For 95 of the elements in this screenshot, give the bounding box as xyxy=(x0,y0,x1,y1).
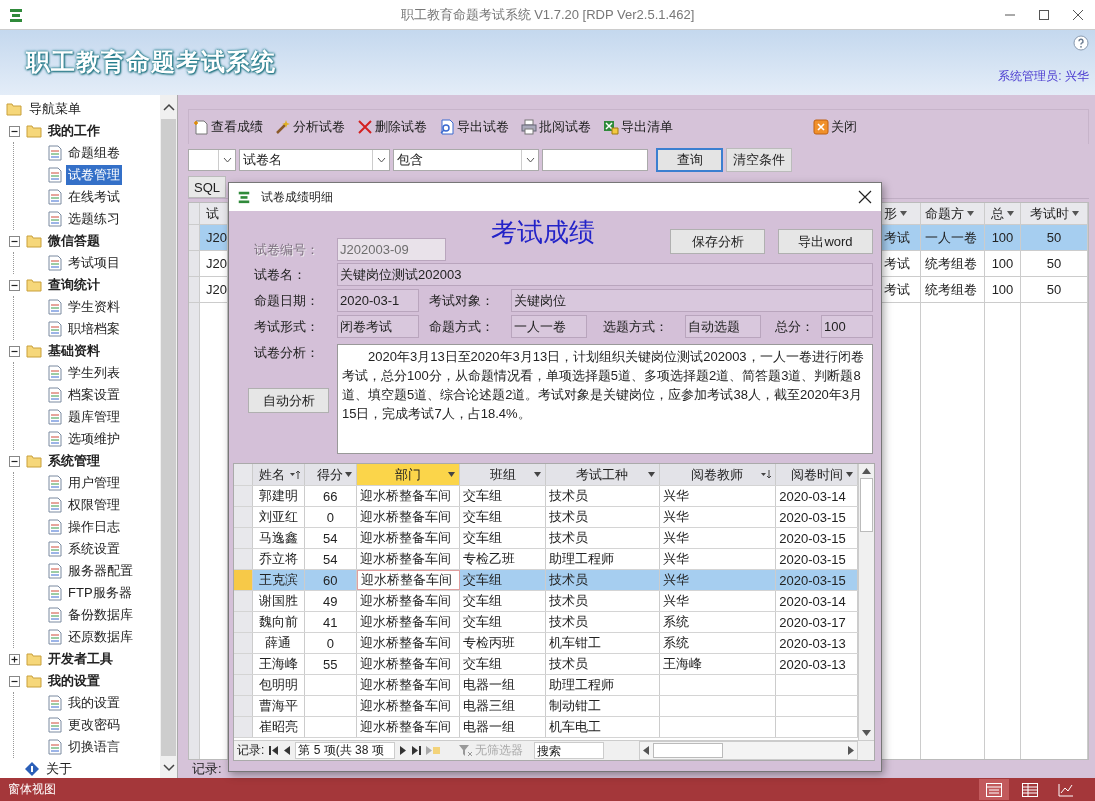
table-cell: 乔立将 xyxy=(253,549,305,569)
table-cell: 系统 xyxy=(659,633,777,653)
table-cell: 49 xyxy=(304,591,357,611)
app-title: 职工教育命题考试系统 xyxy=(26,47,276,77)
table-cell: 100 xyxy=(985,251,1021,276)
table-cell: 交车组 xyxy=(460,570,547,590)
dialog-title: 试卷成绩明细 xyxy=(261,188,333,206)
table-cell: 制动钳工 xyxy=(546,696,660,716)
table-cell: 交车组 xyxy=(460,528,547,548)
record-label: 记录: xyxy=(192,760,222,778)
table-cell: 50 xyxy=(1021,225,1088,250)
table-cell: 迎水桥整备车间 xyxy=(356,570,461,590)
user-label: 系统管理员: 兴华 xyxy=(998,68,1089,85)
field-label: 命题方式： xyxy=(428,317,495,336)
table-cell: 薛通 xyxy=(253,633,305,653)
table-cell: 助理工程师 xyxy=(546,549,660,569)
field-label: 试卷分析： xyxy=(253,344,320,362)
table-cell: 兴华 xyxy=(659,507,777,527)
table-cell: 电器一组 xyxy=(460,717,547,737)
table-cell: 50 xyxy=(1021,251,1088,276)
table-cell: 马逸鑫 xyxy=(253,528,305,548)
table-cell: 统考组卷 xyxy=(921,277,985,302)
dialog-heading: 考试成绩 xyxy=(491,216,595,249)
table-cell: 交车组 xyxy=(460,591,547,611)
table-cell: 迎水桥整备车间 xyxy=(356,486,461,506)
table-cell: 刘亚红 xyxy=(253,507,305,527)
view-label: 窗体视图 xyxy=(8,781,56,798)
table-cell: 交车组 xyxy=(460,486,547,506)
table-cell: 技术员 xyxy=(546,591,660,611)
table-cell: 兴华 xyxy=(659,486,777,506)
table-cell: 技术员 xyxy=(546,570,660,590)
table-cell: 60 xyxy=(304,570,357,590)
table-cell: 交车组 xyxy=(460,612,547,632)
table-cell: 机车钳工 xyxy=(546,633,660,653)
field-label: 考试对象： xyxy=(428,291,495,310)
table-cell: 助理工程师 xyxy=(546,675,660,695)
table-cell: 电器三组 xyxy=(460,696,547,716)
table-cell: 41 xyxy=(304,612,357,632)
table-cell: 机车电工 xyxy=(546,717,660,737)
field-label: 选题方式： xyxy=(602,317,669,336)
table-cell: 兴华 xyxy=(659,528,777,548)
table-cell: 0 xyxy=(304,633,357,653)
table-cell: 交车组 xyxy=(460,654,547,674)
table-cell: 系统 xyxy=(659,612,777,632)
table-cell: 迎水桥整备车间 xyxy=(356,549,461,569)
table-cell: 技术员 xyxy=(546,507,660,527)
table-cell: 兴华 xyxy=(659,591,777,611)
field-label: 考试形式： xyxy=(253,317,320,336)
table-cell: 100 xyxy=(985,225,1021,250)
table-cell: 统考组卷 xyxy=(921,251,985,276)
table-cell: 专检乙班 xyxy=(460,549,547,569)
table-cell: 迎水桥整备车间 xyxy=(356,675,461,695)
table-cell: 兴华 xyxy=(659,570,777,590)
table-cell: 交车组 xyxy=(460,507,547,527)
table-cell: 技术员 xyxy=(546,654,660,674)
table-cell: 54 xyxy=(304,549,357,569)
table-cell: 电器一组 xyxy=(460,675,547,695)
table-cell: 迎水桥整备车间 xyxy=(356,528,461,548)
table-cell: 技术员 xyxy=(546,528,660,548)
table-cell: 迎水桥整备车间 xyxy=(356,654,461,674)
table-cell: 0 xyxy=(304,507,357,527)
field-label: 试卷名： xyxy=(253,265,307,284)
table-cell: 迎水桥整备车间 xyxy=(356,612,461,632)
record-label: 记录: xyxy=(237,742,265,759)
table-cell: 崔昭亮 xyxy=(253,717,305,737)
table-cell: 50 xyxy=(1021,277,1088,302)
table-cell: 王克滨 xyxy=(253,570,305,590)
table-cell: 2020-03-15 xyxy=(776,570,858,590)
table-cell: 包明明 xyxy=(253,675,305,695)
table-cell: 专检丙班 xyxy=(460,633,547,653)
table-cell: 100 xyxy=(985,277,1021,302)
table-cell: 迎水桥整备车间 xyxy=(356,591,461,611)
table-cell: 迎水桥整备车间 xyxy=(356,633,461,653)
table-cell: 王海峰 xyxy=(659,654,777,674)
table-cell: 兴华 xyxy=(659,549,777,569)
table-cell: 曹海平 xyxy=(253,696,305,716)
table-cell: 55 xyxy=(304,654,357,674)
table-cell: 魏向前 xyxy=(253,612,305,632)
table-cell: 谢国胜 xyxy=(253,591,305,611)
table-cell: 迎水桥整备车间 xyxy=(356,507,461,527)
field-label: 试卷编号： xyxy=(253,240,320,259)
table-cell: J20 xyxy=(200,225,228,250)
table-cell: 迎水桥整备车间 xyxy=(356,717,461,737)
table-cell: 54 xyxy=(304,528,357,548)
field-label: 命题日期： xyxy=(253,291,320,310)
table-cell: 技术员 xyxy=(546,612,660,632)
table-cell: 迎水桥整备车间 xyxy=(356,696,461,716)
field-label: 总分： xyxy=(774,317,815,336)
table-cell: 考试 xyxy=(880,225,921,250)
table-cell: 王海峰 xyxy=(253,654,305,674)
window-title: 职工教育命题考试系统 V1.7.20 [RDP Ver2.5.1.462] xyxy=(400,5,695,24)
table-cell: 一人一卷 xyxy=(921,225,985,250)
table-cell: 郭建明 xyxy=(253,486,305,506)
table-cell: 技术员 xyxy=(546,486,660,506)
table-cell: 66 xyxy=(304,486,357,506)
